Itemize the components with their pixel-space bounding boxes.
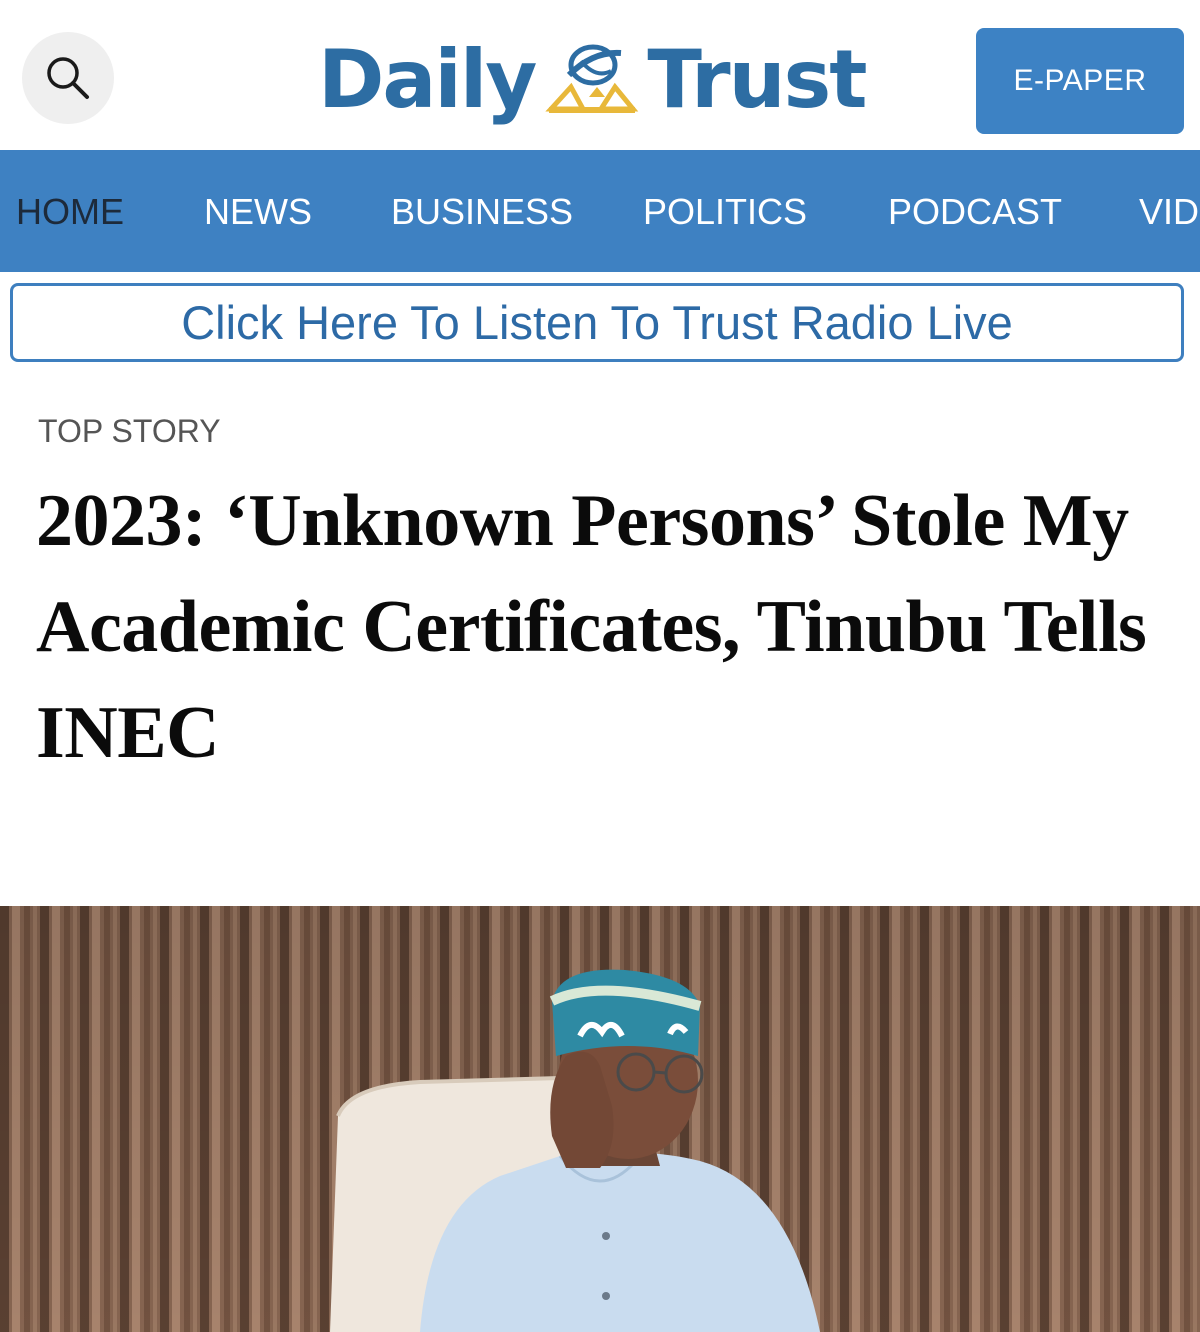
epaper-button[interactable]: E-PAPER xyxy=(976,28,1184,134)
nav-item-business[interactable]: BUSINESS xyxy=(391,150,573,272)
article-photo-illustration xyxy=(0,906,1200,1332)
trust-radio-live-link[interactable]: Click Here To Listen To Trust Radio Live xyxy=(10,283,1184,362)
article-photo[interactable] xyxy=(0,906,1200,1332)
search-icon xyxy=(47,57,89,99)
nav-item-home[interactable]: HOME xyxy=(16,150,124,272)
nav-item-politics[interactable]: POLITICS xyxy=(643,150,807,272)
section-kicker: TOP STORY xyxy=(38,413,221,449)
site-header: Daily Trust E-PAPER xyxy=(0,0,1200,150)
site-logo[interactable]: Daily Trust xyxy=(318,24,888,134)
nav-item-podcast[interactable]: PODCAST xyxy=(888,150,1062,272)
nav-item-news[interactable]: NEWS xyxy=(204,150,312,272)
logo-emblem-icon xyxy=(545,44,639,113)
main-nav: HOME NEWS BUSINESS POLITICS PODCAST VID xyxy=(0,150,1200,272)
logo-word-daily: Daily xyxy=(318,32,537,126)
nav-item-video[interactable]: VID xyxy=(1139,150,1199,272)
logo-word-trust: Trust xyxy=(647,32,867,126)
article-headline[interactable]: 2023: ‘Unknown Persons’ Stole My Academi… xyxy=(36,468,1166,786)
search-button[interactable] xyxy=(22,32,114,124)
